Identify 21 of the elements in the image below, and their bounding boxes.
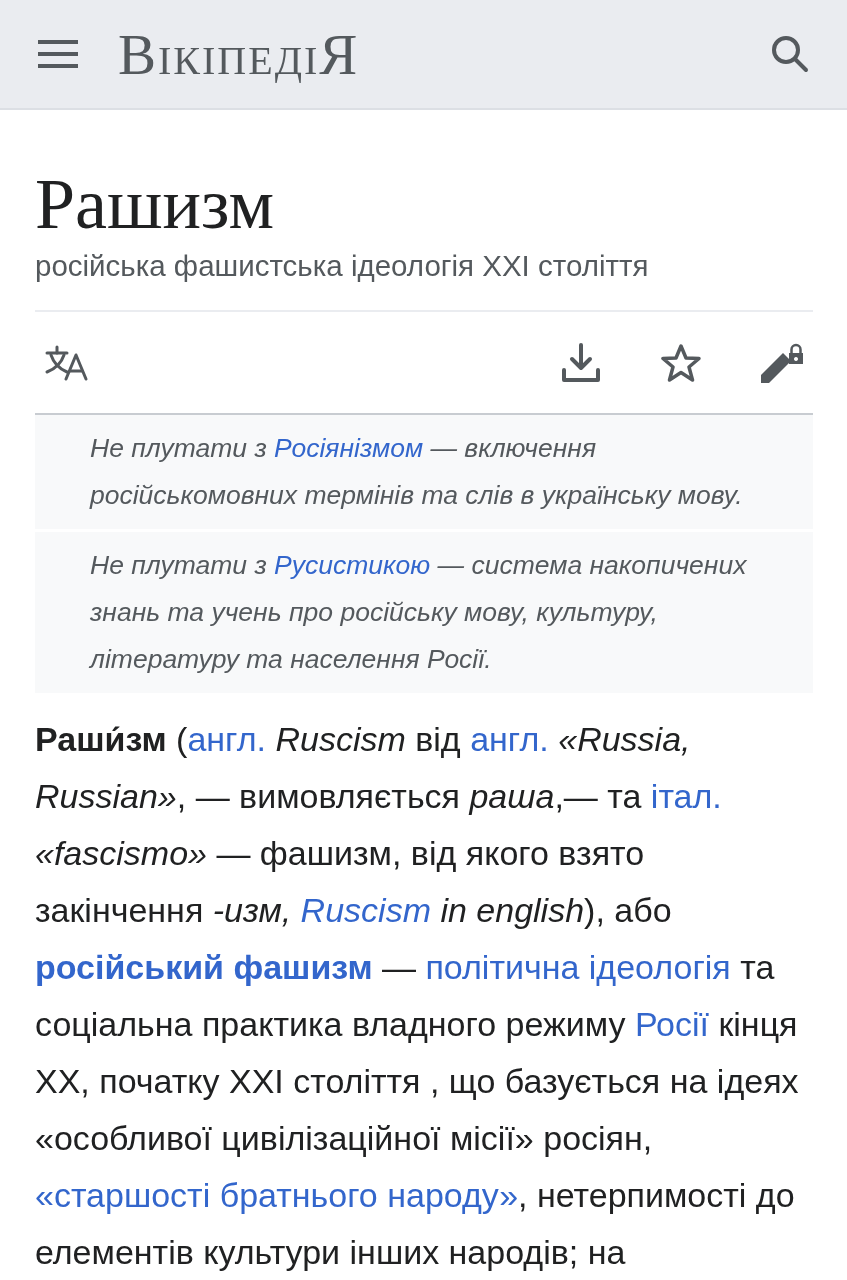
- text-link[interactable]: Росії: [634, 1005, 709, 1044]
- text-link[interactable]: італ.: [650, 777, 722, 816]
- text-link[interactable]: англ.: [470, 720, 549, 759]
- text-link[interactable]: політична ідеологія: [425, 948, 731, 987]
- text-link[interactable]: російський фашизм: [35, 948, 373, 987]
- page-title: Рашизм: [35, 168, 275, 240]
- text-link[interactable]: Ruscism: [300, 891, 431, 930]
- page-description: російська фашистська ідеологія XXI століття: [35, 248, 650, 284]
- wordmark-link[interactable]: ВікіпедіЯ: [118, 25, 360, 83]
- hatnote-text: Не плутати з Росіянізмом — включення російськомовних термінів та слів в українську мову.: [90, 432, 744, 513]
- star-icon[interactable]: [661, 342, 701, 383]
- article-paragraph: Раши́зм (англ. Ruscism від англ. «Russia, Russian», — вимовляється раша,— та італ. «fascismo» — фашизм, від якого взято закінчення -изм, Ruscism in english), або російський фашизм — політична ідеологія та соціальна практика владного режиму Росії кінця XX, початку XXI століття , що базується на ідеях «особливої цивілізаційної місії» росіян, «старшості братнього народу», нетерпимості до елементів культури інших народів; на: [35, 719, 800, 1274]
- text-link[interactable]: англ.: [187, 720, 266, 759]
- search-icon[interactable]: [771, 35, 809, 73]
- text-link[interactable]: Росіянізмом: [274, 433, 424, 464]
- download-icon[interactable]: [561, 342, 601, 383]
- pencil-lock-icon[interactable]: [759, 341, 803, 384]
- hatnote-text: Не плутати з Русистикою — система накопичених знань та учень про російську мову, культуру, літературу та населення Росії.: [90, 549, 748, 677]
- menu-icon[interactable]: [38, 40, 78, 68]
- text-link[interactable]: Русистикою: [274, 550, 431, 581]
- text-link[interactable]: «старшості братнього народу»: [35, 1176, 519, 1215]
